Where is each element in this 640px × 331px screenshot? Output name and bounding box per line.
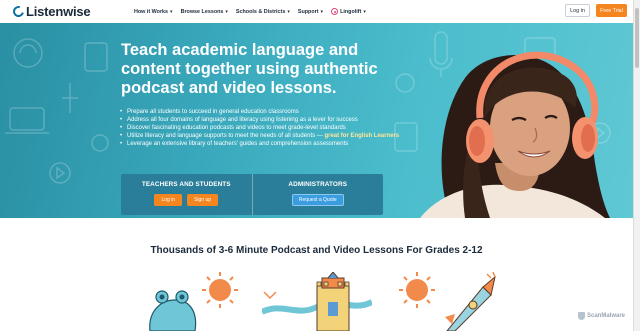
chevron-down-icon: ▾ (320, 8, 324, 15)
lingolift-icon (331, 8, 339, 15)
doodle-headphone-icon (19, 44, 37, 54)
page: Listenwise How it Works ▾ Browse Lessons… (0, 0, 640, 331)
main-menu: How it Works ▾ Browse Lessons ▾ Schools … (134, 8, 366, 15)
rocket-icon (445, 272, 496, 331)
administrators-panel: ADMINISTRATORS Request a Quote (251, 174, 384, 215)
hero-banner: Teach academic language and content toge… (0, 23, 633, 218)
teachers-login-button[interactable]: Log in (154, 194, 183, 206)
doodle-circle-icon (13, 38, 43, 68)
hero-title: Teach academic language and content toge… (121, 41, 378, 97)
page-scrollbar[interactable] (633, 0, 640, 331)
chevron-down-icon: ▾ (287, 8, 290, 15)
girl-with-headphones-image (420, 51, 610, 218)
top-nav: Listenwise How it Works ▾ Browse Lessons… (0, 0, 633, 23)
hero-bullets: Prepare all students to succeed in gener… (120, 108, 410, 148)
logo[interactable]: Listenwise (10, 3, 91, 20)
hero-bullet: Discover fascinating education podcasts … (120, 124, 410, 132)
chevron-down-icon: ▾ (363, 8, 366, 15)
doodle-tablet-icon (84, 42, 108, 72)
scanmalware-watermark: ScanMalware (578, 312, 625, 320)
menu-how-it-works-label: How it Works (134, 8, 169, 15)
logo-icon (10, 3, 27, 20)
sun-icon (399, 272, 435, 308)
chevron-down-icon: ▾ (225, 8, 228, 15)
menu-schools-districts-label: Schools & Districts (235, 8, 286, 15)
scrollbar-thumb[interactable] (635, 8, 639, 68)
login-button[interactable]: Log in (565, 4, 590, 17)
doodle-play-icon (49, 162, 71, 184)
cta-box: TEACHERS AND STUDENTS Log in Sign up ADM… (121, 174, 383, 215)
logo-text: Listenwise (26, 4, 91, 19)
frog-sun-illustration (149, 272, 238, 331)
teachers-students-heading: TEACHERS AND STUDENTS (141, 181, 231, 188)
doodle-laptop-icon (9, 107, 45, 131)
menu-lingolift[interactable]: Lingolift ▾ (331, 8, 366, 15)
hero-bullet-english-learners: Utilize literacy and language supports t… (120, 132, 410, 140)
sun-icon (202, 272, 238, 308)
watermark-text: ScanMalware (587, 313, 626, 319)
menu-how-it-works[interactable]: How it Works ▾ (134, 8, 173, 15)
hero-bullet: Leverage an extensive library of teacher… (120, 140, 410, 148)
hero-bullet: Address all four domains of language and… (120, 116, 410, 124)
shield-icon (578, 312, 585, 320)
administrators-heading: ADMINISTRATORS (288, 181, 348, 188)
frog-icon (149, 290, 197, 331)
request-quote-button[interactable]: Request a Quote (291, 194, 344, 206)
menu-support[interactable]: Support ▾ (298, 8, 323, 15)
teachers-signup-button[interactable]: Sign up (187, 194, 219, 206)
hero-bullet: Prepare all students to succeed in gener… (120, 108, 410, 116)
teachers-buttons: Log in Sign up (154, 194, 219, 206)
rocket-sun-illustration (399, 272, 496, 331)
great-wall-illustration (262, 272, 372, 331)
administrators-buttons: Request a Quote (291, 194, 344, 206)
hero-bullet-text: Utilize literacy and language supports t… (127, 133, 325, 139)
free-trial-button[interactable]: Free Trial (596, 4, 627, 17)
chevron-down-icon: ▾ (170, 8, 173, 15)
menu-schools-districts[interactable]: Schools & Districts ▾ (236, 8, 290, 15)
lessons-section-title: Thousands of 3-6 Minute Podcast and Vide… (150, 245, 483, 256)
teachers-students-panel: TEACHERS AND STUDENTS Log in Sign up (121, 174, 252, 215)
menu-support-label: Support (297, 8, 319, 15)
menu-browse-lessons[interactable]: Browse Lessons ▾ (181, 8, 228, 15)
menu-lingolift-label: Lingolift (340, 8, 362, 15)
menu-browse-lessons-label: Browse Lessons (180, 8, 224, 15)
